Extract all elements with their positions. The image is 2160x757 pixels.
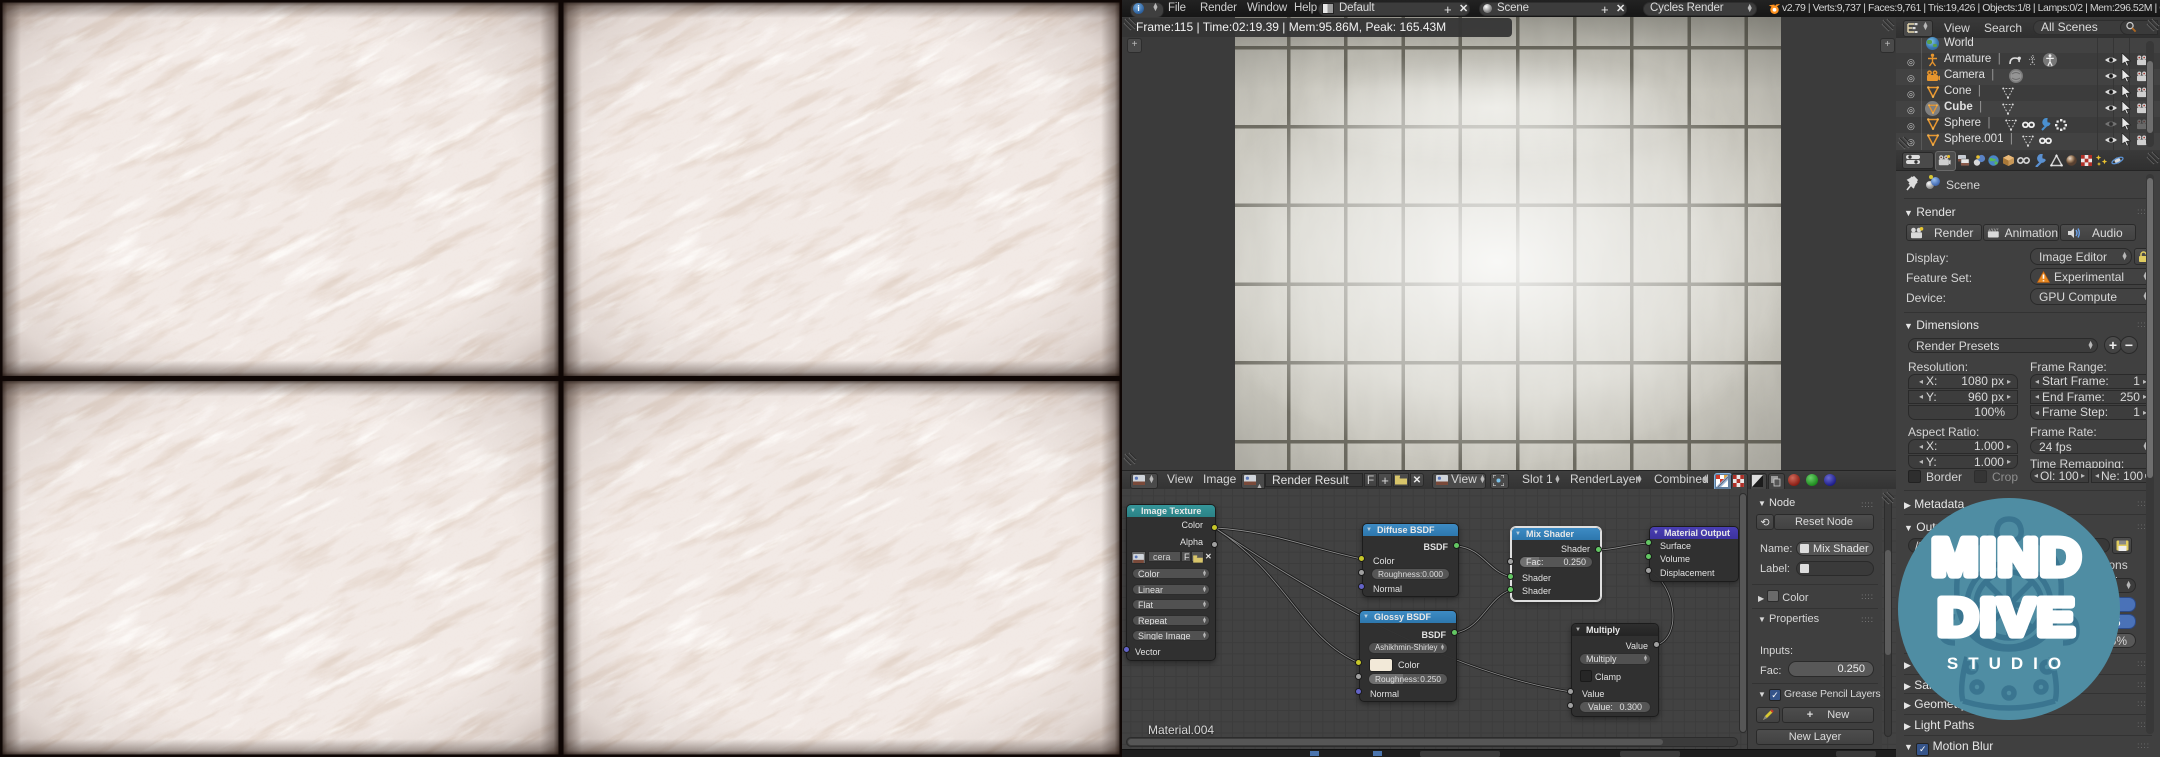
svg-text:DIVE: DIVE: [1938, 589, 2077, 646]
svg-text:MIND: MIND: [1931, 529, 2082, 586]
svg-text:STUDIO: STUDIO: [1947, 654, 2071, 673]
